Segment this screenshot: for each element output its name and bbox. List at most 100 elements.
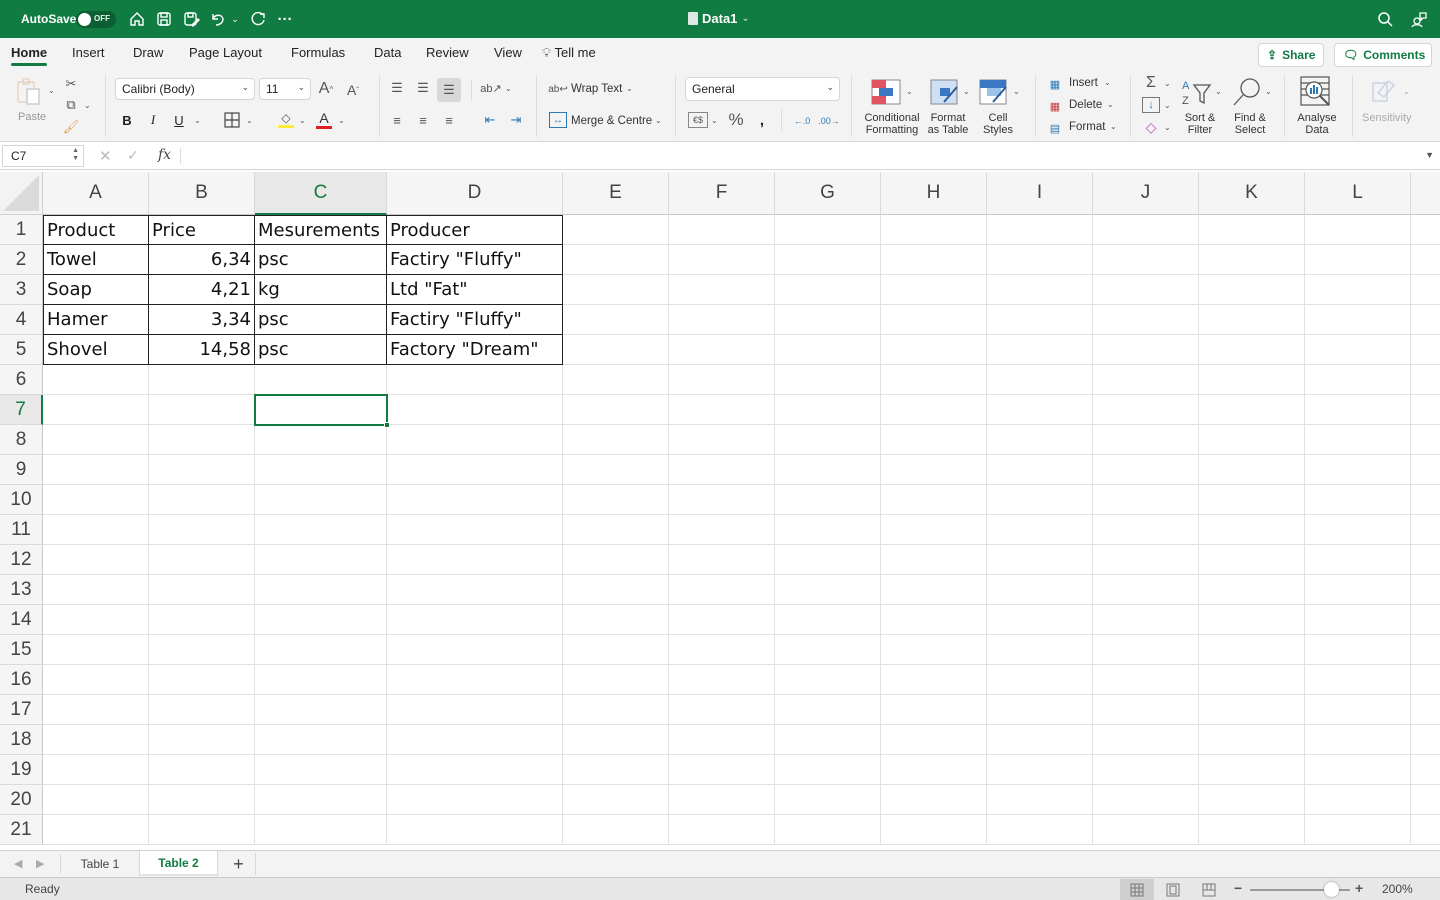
- cell-d12[interactable]: [387, 545, 563, 575]
- copy-dropdown-icon[interactable]: ⌄: [84, 101, 91, 110]
- cell-a5[interactable]: Shovel: [43, 335, 149, 365]
- cell-g9[interactable]: [775, 455, 881, 485]
- tab-view[interactable]: View: [494, 45, 522, 60]
- cell-e19[interactable]: [563, 755, 669, 785]
- column-header-f[interactable]: F: [669, 172, 775, 215]
- sheet-tab-table-1[interactable]: Table 1: [61, 851, 140, 876]
- cell-k21[interactable]: [1199, 815, 1305, 845]
- cell-g5[interactable]: [775, 335, 881, 365]
- conditional-formatting-label[interactable]: Conditional Formatting: [862, 112, 922, 136]
- cell-partial-3[interactable]: [1411, 275, 1440, 305]
- cell-i10[interactable]: [987, 485, 1093, 515]
- cell-c16[interactable]: [255, 665, 387, 695]
- cell-g15[interactable]: [775, 635, 881, 665]
- cell-g12[interactable]: [775, 545, 881, 575]
- cell-d17[interactable]: [387, 695, 563, 725]
- cell-h13[interactable]: [881, 575, 987, 605]
- cell-j2[interactable]: [1093, 245, 1199, 275]
- cell-e3[interactable]: [563, 275, 669, 305]
- cell-g13[interactable]: [775, 575, 881, 605]
- cell-f16[interactable]: [669, 665, 775, 695]
- cell-j18[interactable]: [1093, 725, 1199, 755]
- bold-button[interactable]: B: [118, 111, 136, 129]
- cell-c14[interactable]: [255, 605, 387, 635]
- cell-i20[interactable]: [987, 785, 1093, 815]
- row-header-18[interactable]: 18: [0, 725, 43, 755]
- cell-g6[interactable]: [775, 365, 881, 395]
- cell-a9[interactable]: [43, 455, 149, 485]
- cell-g19[interactable]: [775, 755, 881, 785]
- cell-a19[interactable]: [43, 755, 149, 785]
- column-header-d[interactable]: D: [387, 172, 563, 215]
- tell-me[interactable]: 💡︎ Tell me: [542, 45, 596, 61]
- cell-e8[interactable]: [563, 425, 669, 455]
- column-header-c[interactable]: C: [255, 172, 387, 215]
- cell-k5[interactable]: [1199, 335, 1305, 365]
- align-left-icon[interactable]: ≡: [388, 111, 406, 129]
- cell-l21[interactable]: [1305, 815, 1411, 845]
- cell-partial-15[interactable]: [1411, 635, 1440, 665]
- cell-b13[interactable]: [149, 575, 255, 605]
- cell-i2[interactable]: [987, 245, 1093, 275]
- cell-h10[interactable]: [881, 485, 987, 515]
- row-header-8[interactable]: 8: [0, 425, 43, 455]
- cell-f4[interactable]: [669, 305, 775, 335]
- cell-g7[interactable]: [775, 395, 881, 425]
- cell-partial-13[interactable]: [1411, 575, 1440, 605]
- cell-c6[interactable]: [255, 365, 387, 395]
- cell-e16[interactable]: [563, 665, 669, 695]
- cell-a3[interactable]: Soap: [43, 275, 149, 305]
- cell-partial-2[interactable]: [1411, 245, 1440, 275]
- column-header-b[interactable]: B: [149, 172, 255, 215]
- cell-i9[interactable]: [987, 455, 1093, 485]
- cell-f10[interactable]: [669, 485, 775, 515]
- column-header-partial[interactable]: [1411, 172, 1440, 215]
- comma-style-button[interactable]: ,: [753, 110, 771, 130]
- clear-dropdown-icon[interactable]: ⌄: [1164, 123, 1171, 132]
- cell-h1[interactable]: [881, 215, 987, 245]
- cell-g10[interactable]: [775, 485, 881, 515]
- cell-b2[interactable]: 6,34: [149, 245, 255, 275]
- format-cells-button[interactable]: Format: [1069, 121, 1105, 133]
- cell-h21[interactable]: [881, 815, 987, 845]
- zoom-slider-thumb[interactable]: [1324, 882, 1340, 897]
- cell-b6[interactable]: [149, 365, 255, 395]
- cell-l20[interactable]: [1305, 785, 1411, 815]
- cell-c10[interactable]: [255, 485, 387, 515]
- tab-data[interactable]: Data: [374, 45, 401, 60]
- align-center-icon[interactable]: ≡: [414, 111, 432, 129]
- cell-j16[interactable]: [1093, 665, 1199, 695]
- cell-h19[interactable]: [881, 755, 987, 785]
- cell-c19[interactable]: [255, 755, 387, 785]
- cell-b7[interactable]: [149, 395, 255, 425]
- sensitivity-icon[interactable]: [1368, 76, 1400, 106]
- cell-e6[interactable]: [563, 365, 669, 395]
- autosave-toggle[interactable]: OFF: [76, 11, 116, 28]
- accounting-dropdown-icon[interactable]: ⌄: [711, 116, 718, 125]
- cell-i13[interactable]: [987, 575, 1093, 605]
- undo-dropdown-icon[interactable]: ⌄: [228, 8, 242, 30]
- row-header-1[interactable]: 1: [0, 215, 43, 245]
- document-title[interactable]: Data1 ⌄: [688, 11, 750, 26]
- autosum-icon[interactable]: Σ: [1142, 74, 1160, 92]
- zoom-percentage[interactable]: 200%: [1382, 882, 1413, 896]
- cell-partial-16[interactable]: [1411, 665, 1440, 695]
- cell-j14[interactable]: [1093, 605, 1199, 635]
- cell-k3[interactable]: [1199, 275, 1305, 305]
- cell-c7[interactable]: [255, 395, 387, 425]
- cell-f2[interactable]: [669, 245, 775, 275]
- cell-i11[interactable]: [987, 515, 1093, 545]
- cell-i8[interactable]: [987, 425, 1093, 455]
- cell-g2[interactable]: [775, 245, 881, 275]
- row-header-13[interactable]: 13: [0, 575, 43, 605]
- row-header-2[interactable]: 2: [0, 245, 43, 275]
- cell-k8[interactable]: [1199, 425, 1305, 455]
- align-middle-icon[interactable]: ☰: [414, 79, 432, 97]
- select-all-button[interactable]: [0, 172, 43, 215]
- cell-b11[interactable]: [149, 515, 255, 545]
- find-select-label[interactable]: Find & Select: [1230, 112, 1270, 136]
- cut-icon[interactable]: ✂: [62, 75, 80, 93]
- underline-button[interactable]: U: [170, 111, 188, 129]
- cell-d2[interactable]: Factiry "Fluffy": [387, 245, 563, 275]
- confirm-entry-icon[interactable]: ✓: [127, 147, 139, 164]
